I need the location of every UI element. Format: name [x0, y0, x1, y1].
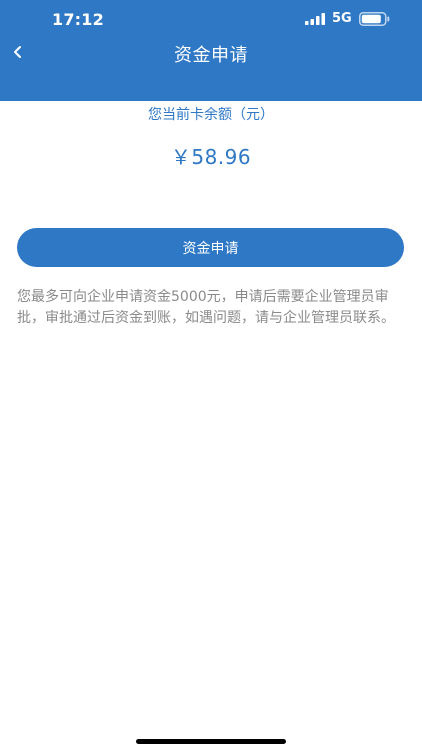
battery-icon — [359, 12, 390, 26]
cellular-signal-icon — [305, 13, 325, 25]
balance-amount: ￥58.96 — [170, 145, 252, 169]
app-header: 17:12 5G 资金申请 — [0, 0, 422, 101]
network-type-label: 5G — [332, 11, 352, 26]
nav-bar: 资金申请 — [0, 34, 422, 74]
balance-label: 您当前卡余额（元） — [148, 107, 274, 123]
apply-funds-button[interactable]: 资金申请 — [17, 228, 404, 267]
notice-text: 您最多可向企业申请资金5000元，申请后需要企业管理员审批，审批通过后资金到账，… — [17, 289, 395, 326]
page-title: 资金申请 — [174, 45, 248, 66]
status-time: 17:12 — [52, 10, 104, 29]
home-indicator[interactable] — [136, 739, 286, 744]
